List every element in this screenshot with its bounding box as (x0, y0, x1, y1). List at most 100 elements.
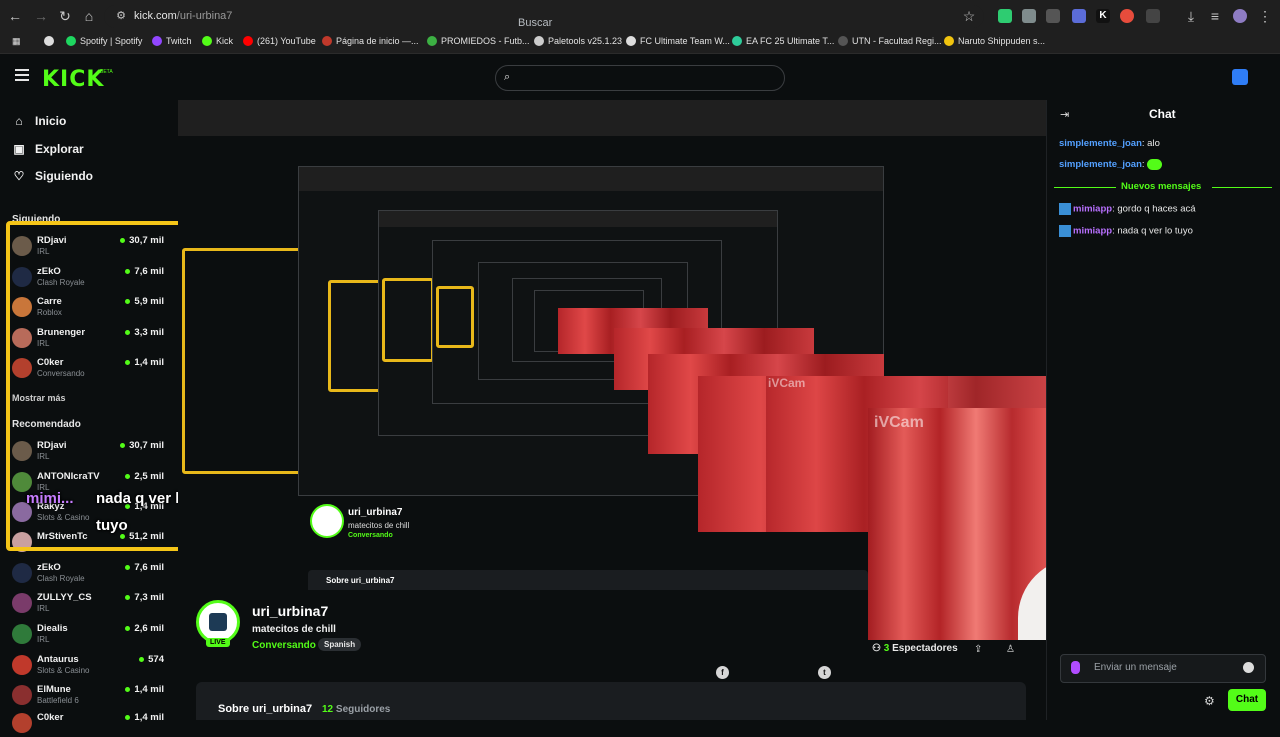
emoji-icon[interactable] (1243, 662, 1254, 673)
apps-grid-icon[interactable]: ▦ (12, 36, 21, 47)
home-icon: ⌂ (15, 114, 23, 128)
chat-username[interactable]: mimiapp (1073, 226, 1112, 237)
bookmark-label: Spotify | Spotify (80, 36, 143, 46)
profile-avatar[interactable] (1232, 69, 1248, 85)
sidebar-channel[interactable]: zEkO Clash Royale 7,6 mil (12, 559, 168, 587)
streamer-name[interactable]: uri_urbina7 (252, 603, 328, 619)
sidebar-channel[interactable]: Antaurus Slots & Casino 574 (12, 651, 168, 679)
bookmark-3[interactable]: (261) YouTube (243, 36, 316, 46)
bookmark-label: EA FC 25 Ultimate T... (746, 36, 835, 46)
stream-category[interactable]: Conversando (252, 640, 316, 651)
extension-fire-icon[interactable] (1120, 9, 1134, 23)
extension-calendar-icon[interactable] (1072, 9, 1086, 23)
overlay-chat-text-2: tuyo (96, 517, 128, 534)
url-text[interactable]: kick.com/uri-urbina7 (134, 10, 232, 22)
bookmark-10[interactable]: Naruto Shippuden s... (944, 36, 1045, 46)
home-browser-icon[interactable]: ⌂ (80, 7, 98, 25)
nested-browser-bar (299, 167, 883, 191)
menu-icon[interactable] (15, 69, 29, 81)
viewer-count: ⚇ 3 Espectadores (872, 643, 958, 654)
bookmark-icon (66, 36, 76, 46)
chat-username[interactable]: simplemente_joan (1059, 138, 1142, 149)
nav-label: Inicio (35, 114, 67, 128)
bookmark-9[interactable]: UTN - Facultad Regi... (838, 36, 942, 46)
star-icon[interactable]: ☆ (960, 7, 978, 25)
search-input[interactable] (495, 65, 785, 91)
extension-box-icon[interactable] (1046, 9, 1060, 23)
download-icon[interactable]: ⤓ (1182, 7, 1200, 25)
menu-kebab-icon[interactable]: ⋮ (1256, 7, 1274, 25)
nested-streamer-name: uri_urbina7 (348, 507, 403, 518)
facebook-icon[interactable]: f (716, 666, 729, 679)
nested-category: Conversando (348, 532, 393, 539)
bookmark-label: FC Ultimate Team W... (640, 36, 730, 46)
nav-inicio[interactable]: ⌂ Inicio (12, 114, 66, 128)
extension-globe-icon[interactable] (1022, 9, 1036, 23)
live-badge: LIVE (206, 638, 230, 647)
gear-icon[interactable]: ⚙ (1204, 694, 1215, 708)
twitter-icon[interactable]: t (818, 666, 831, 679)
sidebar-channel[interactable]: ZULLYY_CS IRL 7,3 mil (12, 589, 168, 617)
bookmark-2[interactable]: Kick (202, 36, 233, 46)
bookmark-0[interactable]: Spotify | Spotify (66, 36, 142, 46)
language-tag[interactable]: Spanish (318, 638, 362, 651)
nav-explorar[interactable]: ▣ Explorar (12, 142, 83, 156)
chat-text: : gordo q haces acá (1112, 203, 1196, 215)
chat-username[interactable]: simplemente_joan (1059, 159, 1142, 170)
bookmark-4[interactable]: Página de inicio —... (322, 36, 419, 46)
nav-siguiendo[interactable]: ♡ Siguiendo (12, 169, 93, 183)
bookmark-icon (202, 36, 212, 46)
reload-icon[interactable]: ↻ (56, 7, 74, 25)
bookmark-8[interactable]: EA FC 25 Ultimate T... (732, 36, 834, 46)
site-info-icon[interactable]: ⚙ (112, 7, 130, 25)
channel-name: Antaurus (37, 654, 79, 665)
bookmark-6[interactable]: Paletools v25.1.23 (534, 36, 622, 46)
sidebar-channel[interactable]: C0ker 1,4 mil (12, 709, 168, 737)
back-icon[interactable]: ← (6, 7, 24, 25)
bookmark-icon (534, 36, 544, 46)
stream-title: matecitos de chill (252, 624, 336, 635)
channel-category: IRL (37, 635, 50, 644)
bookmark-1[interactable]: Twitch (152, 36, 192, 46)
sidebar-channel[interactable]: Diealis IRL 2,6 mil (12, 620, 168, 648)
kick-logo[interactable]: KICK (42, 67, 104, 92)
collapse-chat-icon[interactable]: ⇥ (1060, 108, 1069, 121)
bookmark-icon (732, 36, 742, 46)
bookmark-7[interactable]: FC Ultimate Team W... (626, 36, 730, 46)
chat-message: simplemente_joan: (1059, 159, 1163, 170)
extension-shield-icon[interactable] (998, 9, 1012, 23)
chat-text: : nada q ver lo tuyo (1112, 225, 1193, 237)
mic-icon[interactable] (1071, 661, 1080, 674)
channel-name: ZULLYY_CS (37, 592, 92, 603)
nested-stream-title: matecitos de chill (348, 521, 410, 530)
chat-message: mimiapp: nada q ver lo tuyo (1059, 225, 1193, 237)
nested-avatar (310, 504, 344, 538)
channel-category: Slots & Casino (37, 666, 90, 675)
forward-icon[interactable]: → (32, 7, 50, 25)
divider-line (1054, 187, 1116, 188)
nested-cam-label: iVCam (768, 376, 806, 390)
new-messages-label: Nuevos mensajes (1121, 181, 1202, 192)
user-avatar-icon[interactable] (1233, 9, 1247, 23)
channel-category: Clash Royale (37, 574, 85, 583)
bookmark-5[interactable]: PROMIEDOS - Futb... (427, 36, 530, 46)
extensions-puzzle-icon[interactable] (1146, 9, 1160, 23)
sidebar-channel[interactable]: ElMune Battlefield 6 1,4 mil (12, 681, 168, 709)
bookmark-label: (261) YouTube (257, 36, 316, 46)
follow-user-icon[interactable]: ♙ (1006, 644, 1015, 655)
bookmark-chrome-icon[interactable] (44, 36, 54, 46)
chat-panel (1046, 100, 1280, 720)
send-chat-button[interactable]: Chat (1228, 689, 1266, 711)
nav-label: Siguiendo (35, 169, 93, 183)
extension-k-icon[interactable]: K (1096, 9, 1110, 23)
new-messages-divider: Nuevos mensajes (1054, 181, 1272, 193)
bookmark-label: Paletools v25.1.23 (548, 36, 623, 46)
media-icon[interactable]: ≡ (1206, 7, 1224, 25)
share-icon[interactable]: ⇪ (974, 644, 982, 655)
channel-category: IRL (37, 604, 50, 613)
search-placeholder: Buscar (518, 17, 553, 29)
channel-viewers: 574 (139, 654, 164, 665)
search-icon: ⌕ (504, 71, 511, 83)
chat-username[interactable]: mimiapp (1073, 204, 1112, 215)
viewers-label: Espectadores (892, 643, 958, 654)
